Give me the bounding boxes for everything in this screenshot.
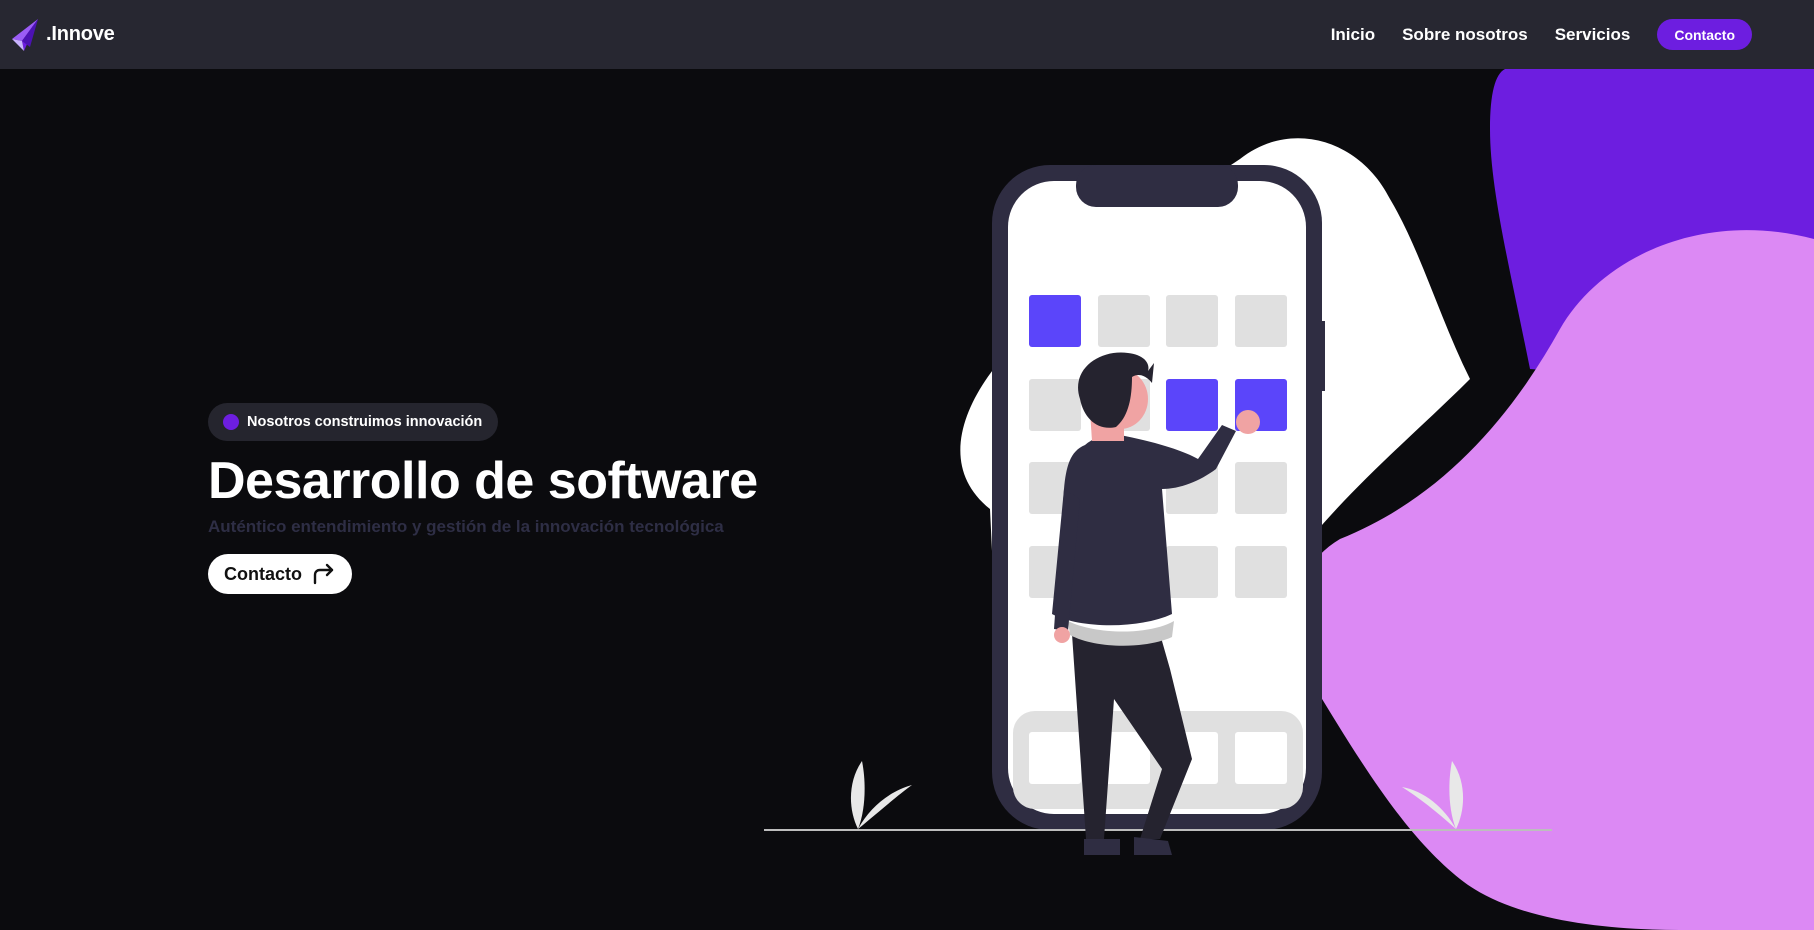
hero-title: Desarrollo de software bbox=[208, 452, 758, 510]
leaf-left bbox=[850, 761, 912, 829]
hero-badge: Nosotros construimos innovación bbox=[208, 403, 499, 441]
nav-link-inicio[interactable]: Inicio bbox=[1331, 25, 1375, 45]
badge-dot-icon bbox=[223, 414, 239, 430]
nav-links: Inicio Sobre nosotros Servicios Contacto bbox=[1331, 19, 1752, 50]
nav-link-sobre-nosotros[interactable]: Sobre nosotros bbox=[1402, 25, 1528, 45]
paper-plane-logo-icon bbox=[12, 18, 38, 51]
hero-section: Nosotros construimos innovación Desarrol… bbox=[0, 69, 1814, 930]
brand-name: .Innove bbox=[46, 23, 115, 45]
hero-contact-button[interactable]: Contacto bbox=[208, 554, 352, 594]
nav-link-servicios[interactable]: Servicios bbox=[1555, 25, 1631, 45]
nav-contact-button[interactable]: Contacto bbox=[1657, 19, 1752, 50]
top-navbar: .Innove Inicio Sobre nosotros Servicios … bbox=[0, 0, 1814, 69]
hero-contact-label: Contacto bbox=[224, 563, 302, 584]
hero-badge-text: Nosotros construimos innovación bbox=[247, 414, 483, 430]
share-arrow-icon bbox=[313, 563, 334, 585]
brand[interactable]: .Innove bbox=[8, 17, 115, 53]
hero-subtitle: Auténtico entendimiento y gestión de la … bbox=[208, 517, 724, 536]
hero-copy: Nosotros construimos innovación Desarrol… bbox=[208, 403, 758, 594]
